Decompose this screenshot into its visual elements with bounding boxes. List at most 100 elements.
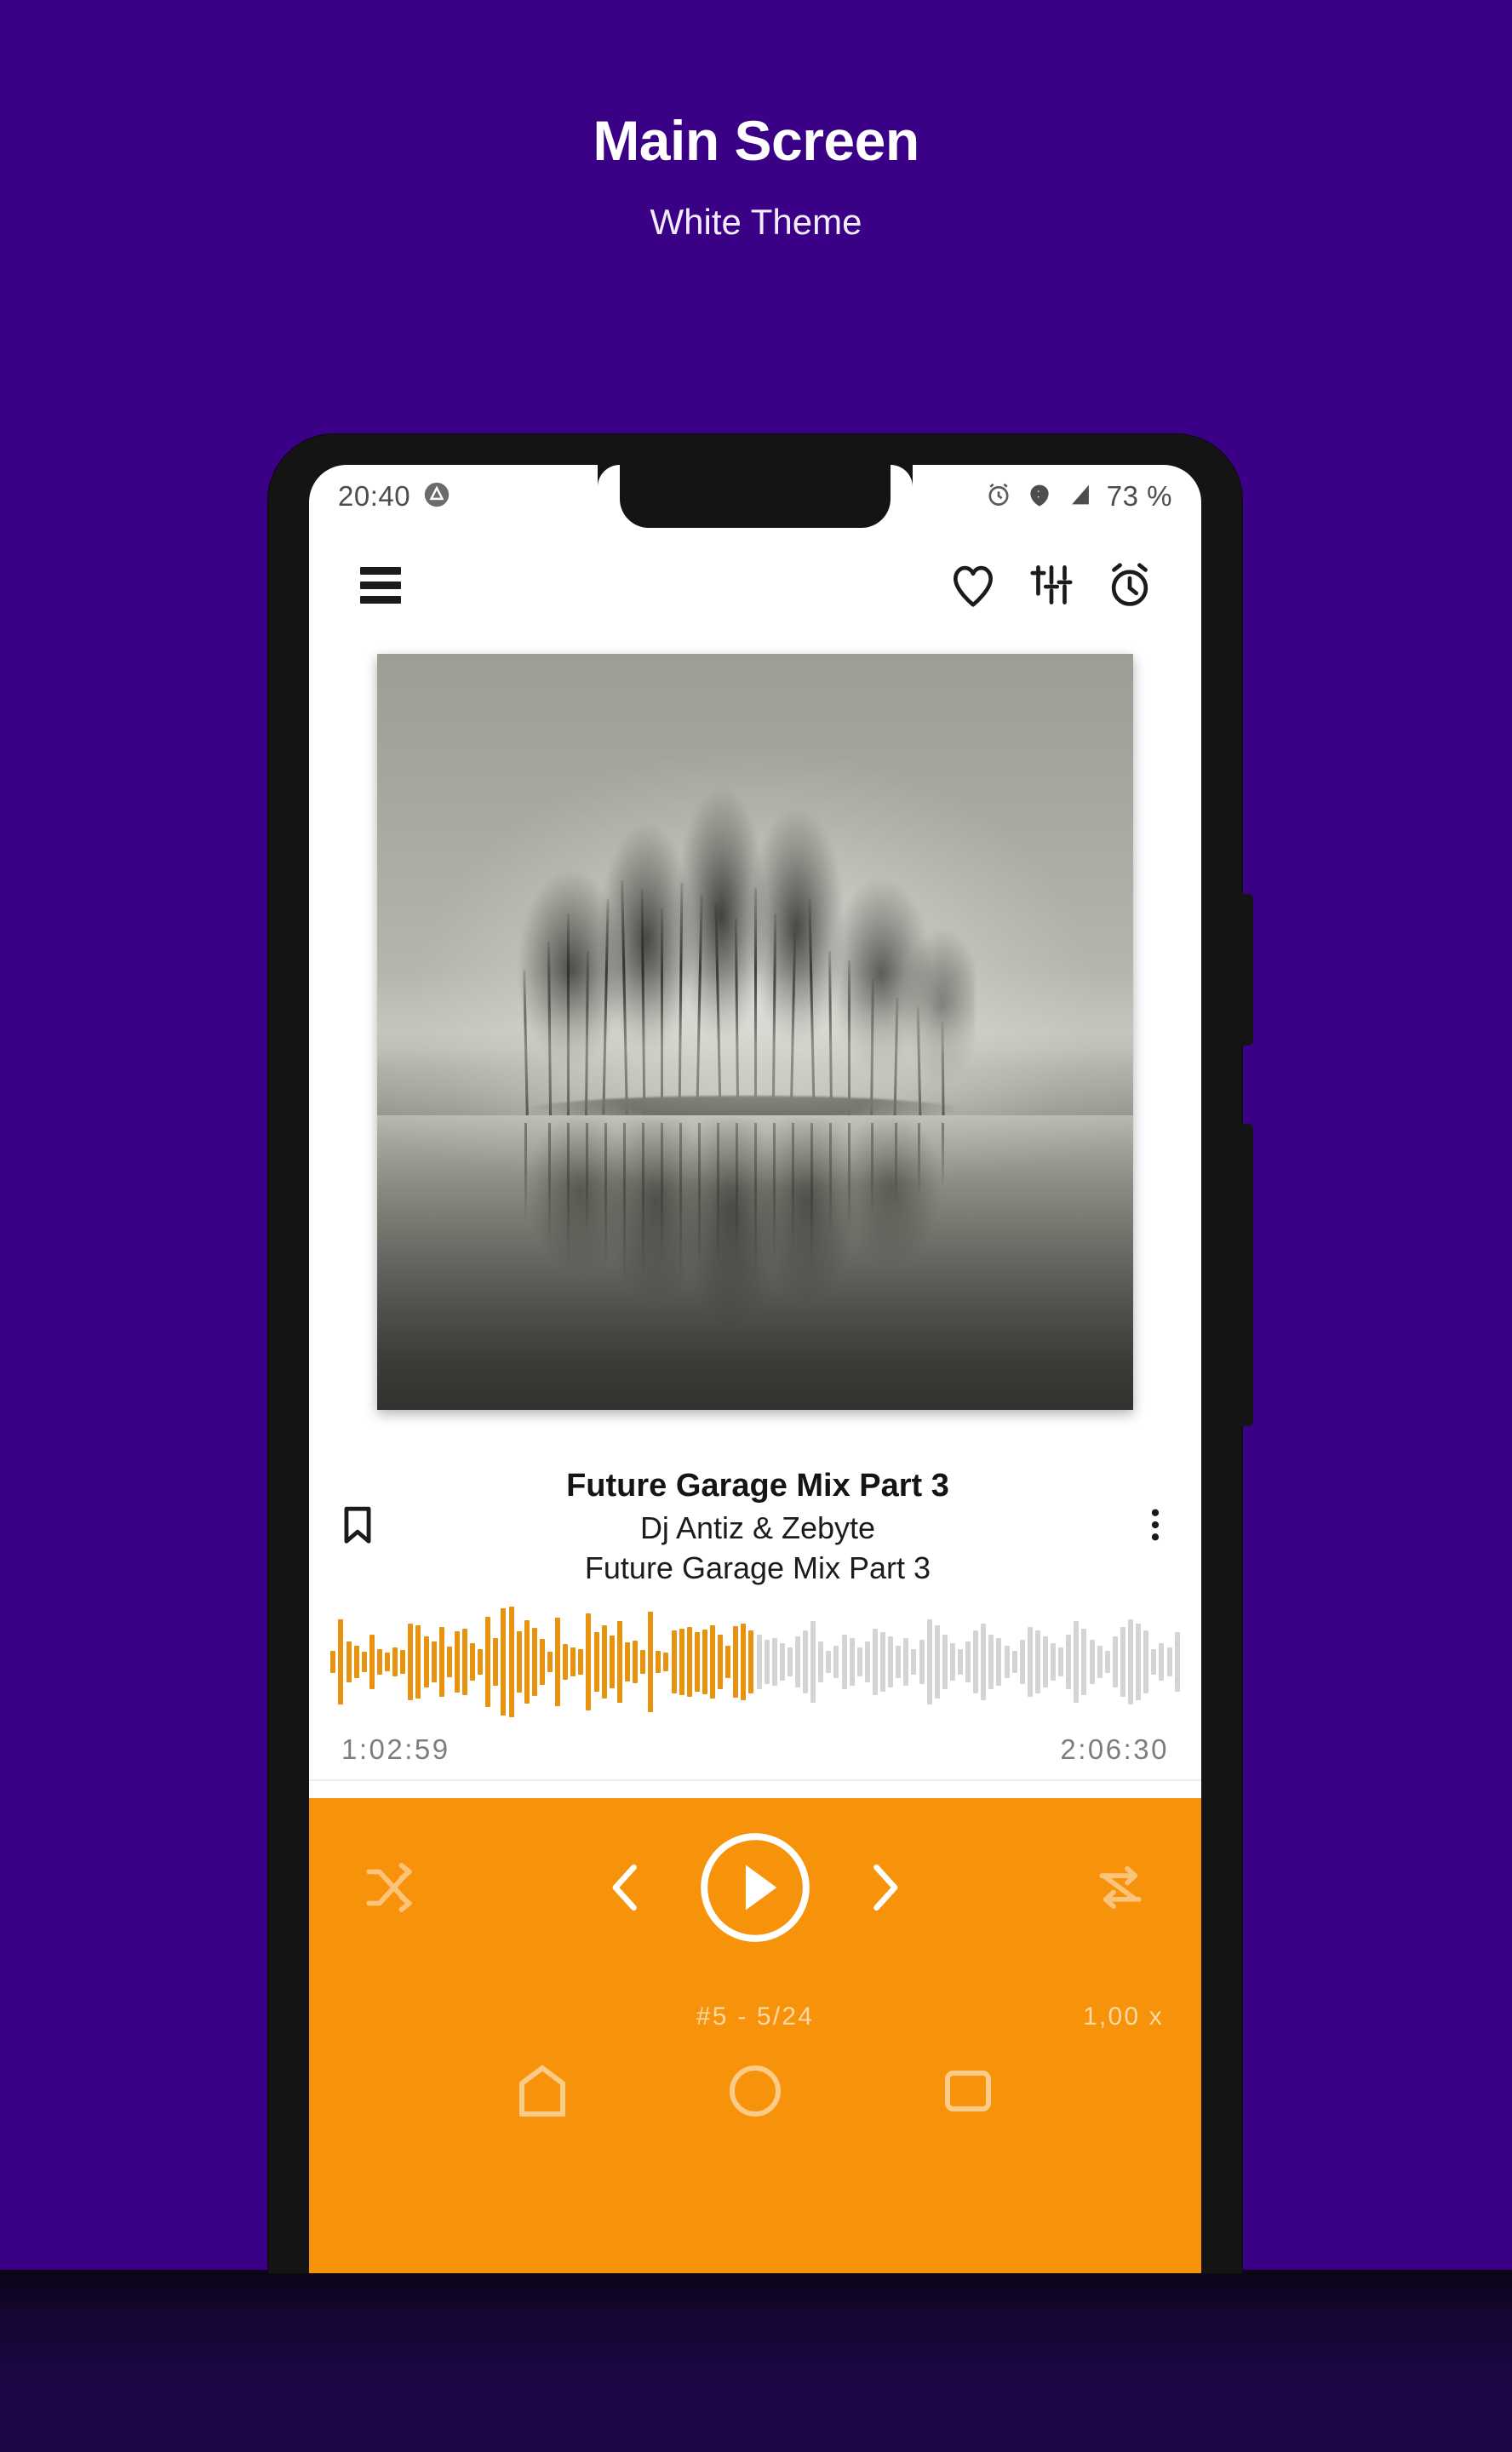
promo-header: Main Screen White Theme [0,0,1512,426]
waveform-bars[interactable] [330,1607,1180,1717]
art-trunk-reflection [566,1122,570,1262]
waveform-bar [648,1611,654,1713]
waveform-bar [461,1629,467,1695]
equalizer-sliders-icon[interactable] [1012,546,1091,624]
waveform-bar [725,1645,731,1679]
album-art-image [377,654,1133,1410]
bottom-tab-icon-1[interactable] [512,2060,573,2122]
waveform-bar [795,1636,801,1688]
art-trunk-reflection [894,1122,897,1204]
art-trunk-reflection [585,1122,588,1236]
waveform-bar [640,1649,646,1675]
art-trunk-reflection [753,1122,757,1280]
waveform-bar [1066,1634,1072,1690]
art-trunk [601,899,610,1115]
chevron-left-icon[interactable] [593,1855,658,1920]
waveform-bar [826,1651,832,1673]
waveform-bar [1128,1619,1134,1704]
waveform-bar [702,1630,707,1694]
playback-speed[interactable]: 1,00 x [1083,2002,1164,2031]
waveform-bar [709,1624,715,1699]
art-trunk-reflection [697,1122,701,1275]
cell-signal-icon [1066,480,1095,513]
waveform-bar [369,1634,375,1690]
waveform-bar [524,1620,530,1704]
waveform-bar [1104,1651,1110,1673]
waveform-bar [771,1637,777,1687]
repeat-icon[interactable] [1089,1856,1152,1919]
status-bar-battery: 73 % [1106,480,1172,512]
bottom-gradient-strip [0,2270,1512,2452]
waveform-bar [810,1621,816,1703]
art-trunk-reflection [547,1122,551,1242]
waveform-bar [888,1636,894,1688]
waveform-bar [446,1646,452,1678]
waveform-bar [539,1639,545,1685]
waveform-bar [493,1637,499,1687]
art-reflection-trunks [506,1122,975,1320]
bookmark-outline-icon[interactable] [333,1500,382,1554]
waveform-bar [787,1647,793,1677]
waveform-bar [624,1642,630,1681]
waveform-bar [1027,1626,1033,1698]
waveform-seekbar[interactable] [309,1602,1201,1722]
art-trunk [753,887,757,1115]
waveform-bar [911,1648,917,1676]
track-info: Future Garage Mix Part 3 Dj Antiz & Zeby… [309,1451,1201,1602]
waveform-bar [671,1630,677,1693]
waveform-bar [1120,1626,1125,1698]
waveform-bar [470,1643,476,1681]
phone-side-button-volume[interactable] [1242,894,1253,1046]
waveform-bar [438,1626,444,1698]
art-trunk-reflection [641,1122,644,1278]
waveform-bar [748,1630,754,1693]
waveform-bar [1043,1636,1049,1688]
waveform-bar [741,1623,747,1701]
triangle-badge-icon [422,480,451,513]
waveform-bar [338,1619,344,1704]
waveform-bar [1089,1640,1095,1684]
bottom-tab-icon-2[interactable] [724,2060,786,2122]
waveform-bar [555,1618,561,1706]
art-trunk [695,894,703,1115]
track-album: Future Garage Mix Part 3 [584,1550,931,1586]
waveform-bar [408,1623,414,1701]
waveform-bar [431,1641,437,1682]
phone-side-button-power[interactable] [1242,1124,1253,1426]
progress-times: 1:02:59 2:06:30 [309,1722,1201,1778]
app-toolbar [309,528,1201,642]
art-trunk [714,903,722,1115]
art-trunk [771,913,776,1115]
art-trunk-reflection [524,1122,527,1223]
hamburger-menu-icon[interactable] [341,546,420,624]
more-vertical-icon[interactable] [1133,1503,1177,1551]
play-circle-icon[interactable] [692,1825,818,1951]
chevron-right-icon[interactable] [852,1855,917,1920]
player-meta-row: #5 - 5/24 1,00 x [309,1979,1201,2055]
waveform-bar [1081,1629,1087,1695]
waveform-bar [1034,1630,1040,1693]
waveform-bar [578,1648,584,1676]
track-title: Future Garage Mix Part 3 [566,1468,949,1504]
bottom-tab-icon-3[interactable] [937,2060,999,2122]
waveform-bar [1112,1636,1118,1688]
hamburger-bar [360,566,401,575]
waveform-bar [1074,1621,1080,1703]
hamburger-bar [360,595,401,604]
art-trunk-reflection [871,1122,874,1217]
sleep-timer-alarm-clock-icon[interactable] [1091,546,1169,624]
total-time: 2:06:30 [1060,1733,1169,1765]
art-trunk [870,979,875,1115]
heart-outline-icon[interactable] [934,546,1012,624]
waveform-bar [485,1617,491,1707]
album-art[interactable] [377,654,1133,1410]
section-divider [309,1779,1201,1781]
waveform-bar [1136,1623,1142,1701]
wifi-icon [1025,480,1054,513]
shuffle-icon[interactable] [358,1856,421,1919]
waveform-bar [423,1636,429,1688]
waveform-bar [973,1630,979,1693]
waveform-bar [531,1628,537,1696]
art-trunk-reflection [810,1122,813,1271]
waveform-bar [663,1653,669,1671]
